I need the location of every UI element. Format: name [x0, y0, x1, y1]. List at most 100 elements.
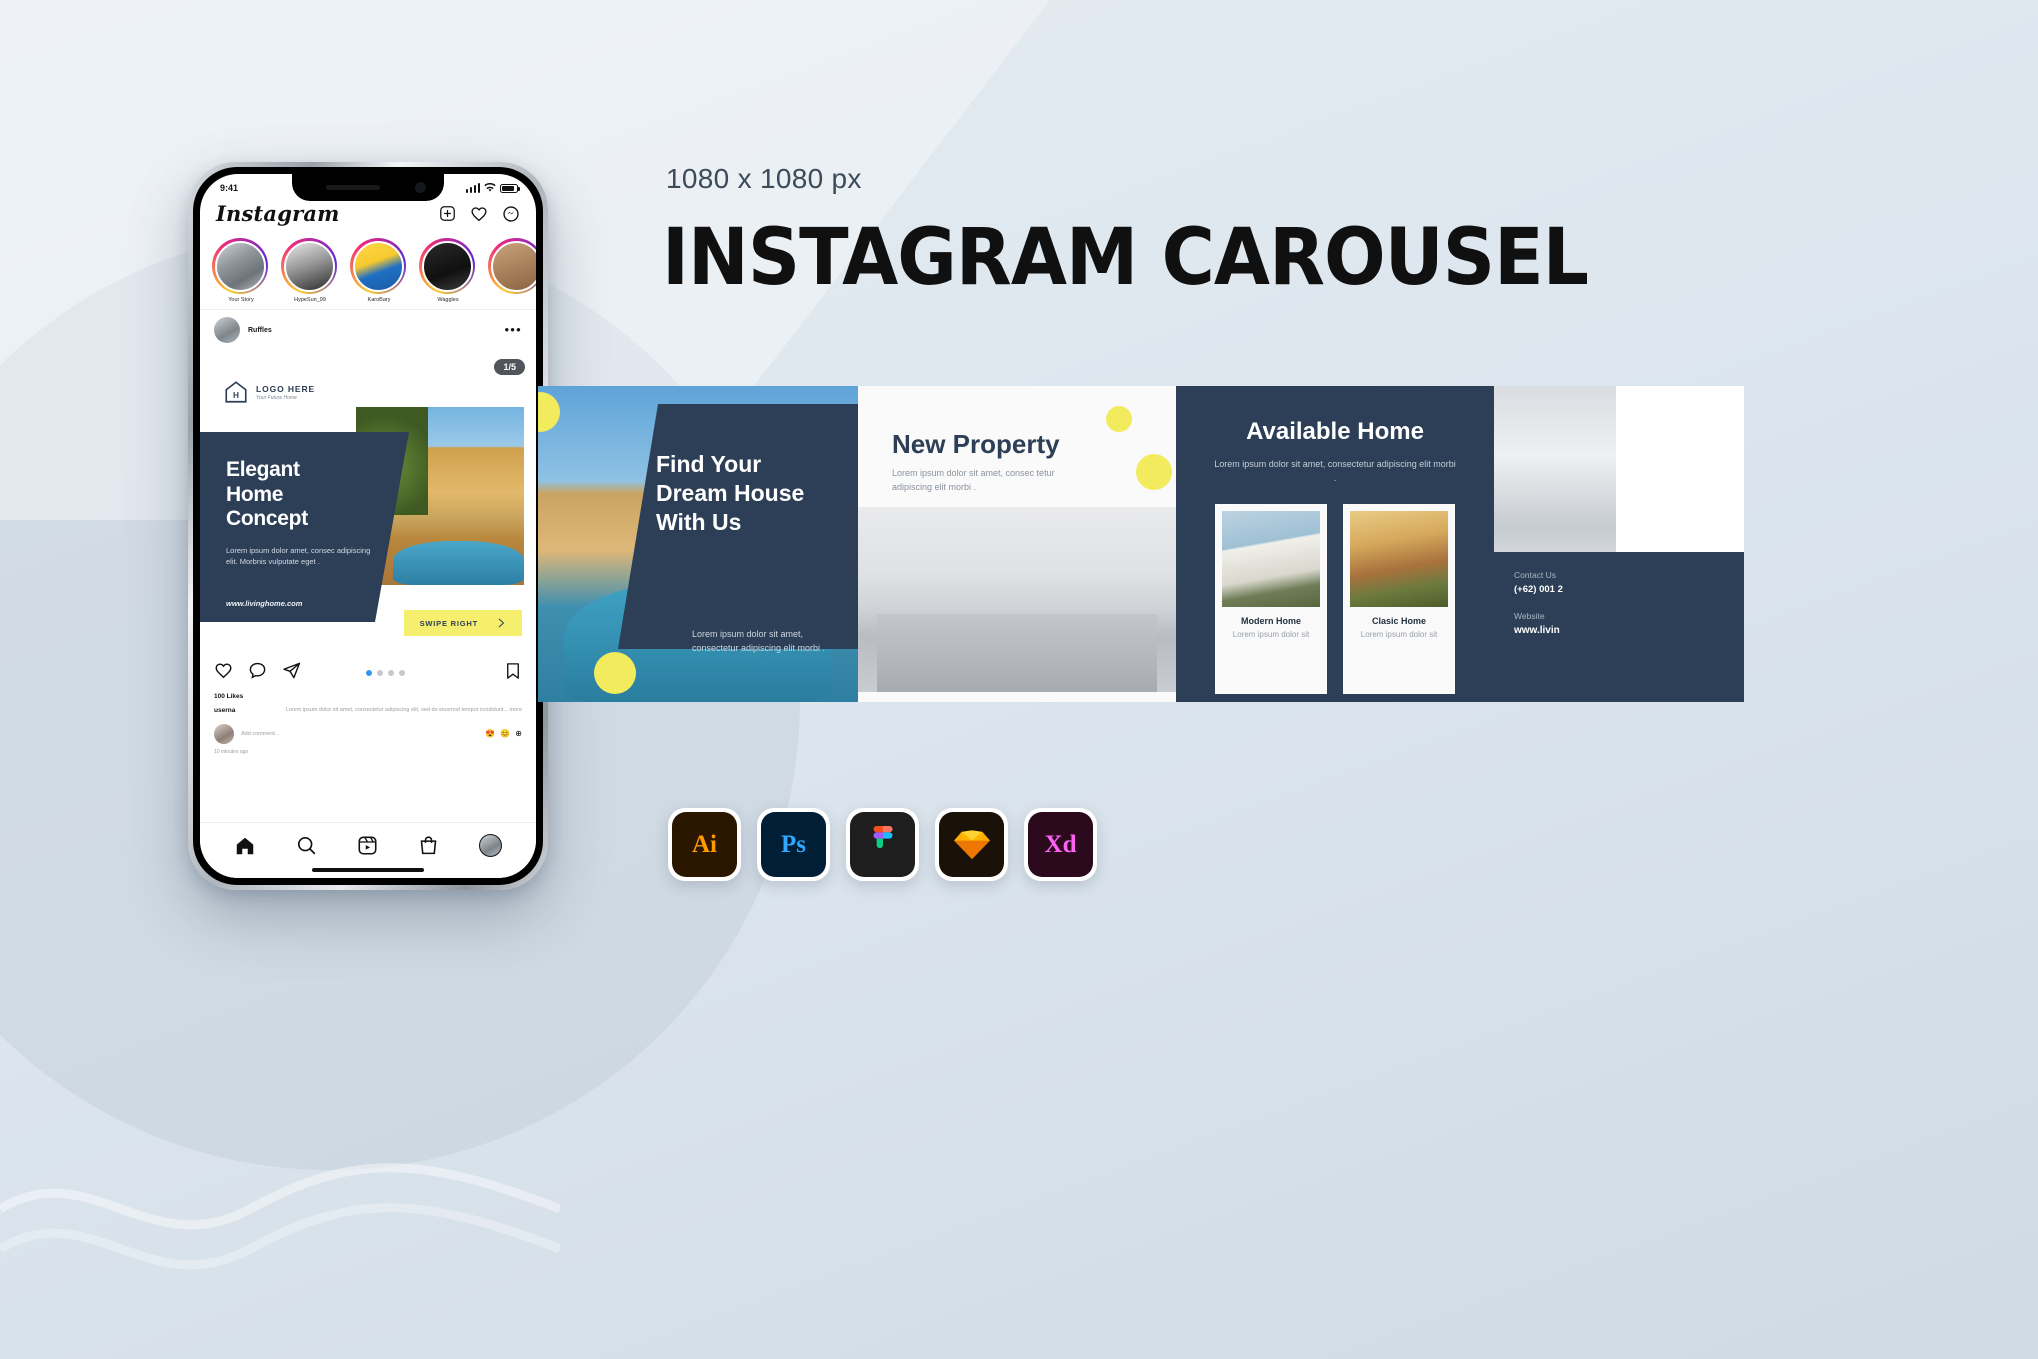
emoji-smile[interactable]: 😊	[500, 729, 510, 738]
page-title: INSTAGRAM CAROUSEL	[662, 213, 1589, 303]
story-item[interactable]: Waggles	[419, 238, 477, 303]
compatible-apps: Ai Ps Xd	[668, 808, 1097, 881]
post-author-name[interactable]: Ruffles	[248, 327, 272, 334]
share-button[interactable]	[282, 661, 301, 685]
home-card[interactable]: Modern Home Lorem ipsum dolor sit	[1215, 504, 1327, 694]
background-wave	[0, 1163, 560, 1270]
emoji-heart-eyes[interactable]: 😍	[485, 729, 495, 738]
battery-icon	[500, 183, 520, 193]
story-ring	[419, 238, 475, 294]
post-media-slide-1[interactable]: 1/5 H LOGO HERE Your Future Home Elegant…	[200, 350, 536, 650]
search-icon[interactable]	[296, 835, 317, 856]
phone-notch	[292, 174, 444, 201]
slide-headline: Elegant Home Concept	[226, 458, 308, 531]
add-post-icon[interactable]	[439, 205, 456, 222]
yellow-dot	[1136, 454, 1172, 490]
carousel-slide-available-home[interactable]: Available Home Lorem ipsum dolor sit ame…	[1176, 386, 1494, 702]
emoji-shortcuts[interactable]: 😍 😊 ⊕	[485, 729, 522, 738]
carousel-dot[interactable]	[387, 670, 394, 676]
slide-body: Lorem ipsum dolor amet, consec adipiscin…	[226, 545, 371, 566]
post-actions	[200, 650, 536, 689]
photoshop-app-icon[interactable]: Ps	[757, 808, 830, 881]
status-time: 9:41	[220, 183, 239, 193]
instagram-logo: Instagram	[216, 201, 340, 226]
phone-mockup: 9:41 Instagram Your Story HypeSun_99 Kar…	[188, 162, 548, 890]
figma-app-icon[interactable]	[846, 808, 919, 881]
post-caption: userna Lorem ipsum dolor sit amet, conse…	[200, 700, 536, 715]
home-icon[interactable]	[234, 835, 256, 857]
comment-button[interactable]	[248, 661, 267, 685]
interior-photo	[858, 507, 1176, 692]
story-avatar	[283, 240, 335, 292]
yellow-dot	[594, 652, 636, 694]
profile-avatar[interactable]	[479, 834, 502, 857]
phone-screen: 9:41 Instagram Your Story HypeSun_99 Kar…	[200, 174, 536, 878]
carousel-dot[interactable]	[398, 670, 405, 676]
slide-body: Lorem ipsum dolor sit amet, consectetur …	[692, 629, 826, 654]
carousel-dot[interactable]	[376, 670, 383, 676]
caption-more[interactable]: more	[508, 707, 522, 713]
bookmark-button[interactable]	[504, 662, 522, 685]
post-more-icon[interactable]: •••	[504, 323, 522, 336]
messenger-icon[interactable]	[502, 205, 520, 223]
house-logo-icon: H	[225, 381, 247, 403]
swipe-label: SWIPE RIGHT	[419, 618, 478, 628]
front-camera	[415, 182, 426, 193]
home-card-sub: Lorem ipsum dolor sit	[1232, 630, 1310, 639]
add-comment-placeholder[interactable]: Add comment...	[241, 731, 478, 737]
like-button[interactable]	[214, 661, 233, 685]
caption-username[interactable]: userna	[214, 707, 235, 715]
sketch-app-icon[interactable]	[935, 808, 1008, 881]
illustrator-app-icon[interactable]: Ai	[668, 808, 741, 881]
shop-icon[interactable]	[418, 835, 439, 856]
home-card[interactable]: Clasic Home Lorem ipsum dolor sit	[1343, 504, 1455, 694]
swipe-right-button[interactable]: SWIPE RIGHT	[403, 610, 522, 636]
logo-title: LOGO HERE	[256, 383, 316, 394]
adobe-xd-app-icon[interactable]: Xd	[1024, 808, 1097, 881]
carousel-strip: Find Your Dream House With Us Lorem ipsu…	[538, 386, 2038, 702]
svg-text:H: H	[233, 391, 239, 400]
story-avatar	[490, 240, 536, 292]
slide-body: Lorem ipsum dolor sit amet, consec tetur…	[892, 468, 1055, 492]
carousel-slide-new-property[interactable]: New Property Lorem ipsum dolor sit amet,…	[858, 386, 1176, 702]
story-name: Waggles	[437, 297, 459, 303]
story-item[interactable]	[488, 238, 536, 303]
heart-icon[interactable]	[470, 205, 488, 223]
home-cards: Modern Home Lorem ipsum dolor sit Clasic…	[1176, 504, 1494, 694]
bottom-tab-bar[interactable]	[200, 822, 536, 878]
story-name: Your Story	[228, 297, 254, 303]
home-card-title: Modern Home	[1240, 616, 1301, 626]
story-name: HypeSun_99	[294, 297, 326, 303]
carousel-slide-contact[interactable]: Contact Us (+62) 001 2 Website www.livin	[1494, 386, 1744, 702]
home-card-photo	[1350, 511, 1448, 607]
dimensions-label: 1080 x 1080 px	[666, 163, 862, 194]
contact-label: Contact Us	[1514, 570, 1557, 580]
carousel-dots	[365, 670, 405, 676]
phone-bezel: 9:41 Instagram Your Story HypeSun_99 Kar…	[193, 167, 543, 885]
post-header: Ruffles •••	[200, 309, 536, 350]
carousel-dot-active[interactable]	[365, 670, 372, 676]
story-item[interactable]: KaroBary	[350, 238, 408, 303]
story-item[interactable]: Your Story	[212, 238, 270, 303]
stories-row[interactable]: Your Story HypeSun_99 KaroBary Waggles	[200, 234, 536, 309]
story-ring	[212, 238, 268, 294]
likes-count: 100 Likes	[214, 693, 244, 700]
story-ring	[350, 238, 406, 294]
logo-subtitle: Your Future Home	[256, 394, 297, 401]
earpiece-speaker	[326, 185, 380, 190]
story-item[interactable]: HypeSun_99	[281, 238, 339, 303]
reels-icon[interactable]	[357, 835, 378, 856]
current-user-avatar	[214, 723, 234, 744]
slide-headline: Available Home	[1246, 418, 1424, 445]
slide-headline: New Property	[892, 429, 1060, 459]
home-card-sub: Lorem ipsum dolor sit	[1360, 630, 1438, 639]
post-author-avatar[interactable]	[214, 317, 240, 343]
add-comment-row[interactable]: Add comment... 😍 😊 ⊕	[200, 715, 536, 744]
carousel-slide-find-dream-house[interactable]: Find Your Dream House With Us Lorem ipsu…	[538, 386, 858, 702]
carousel-counter: 1/5	[494, 359, 525, 375]
add-emoji-icon[interactable]: ⊕	[515, 729, 522, 738]
brand-logo-block: H LOGO HERE Your Future Home	[224, 380, 315, 404]
home-indicator	[312, 868, 424, 872]
contact-value: (+62) 001 2	[1514, 584, 1563, 595]
story-ring	[281, 238, 337, 294]
